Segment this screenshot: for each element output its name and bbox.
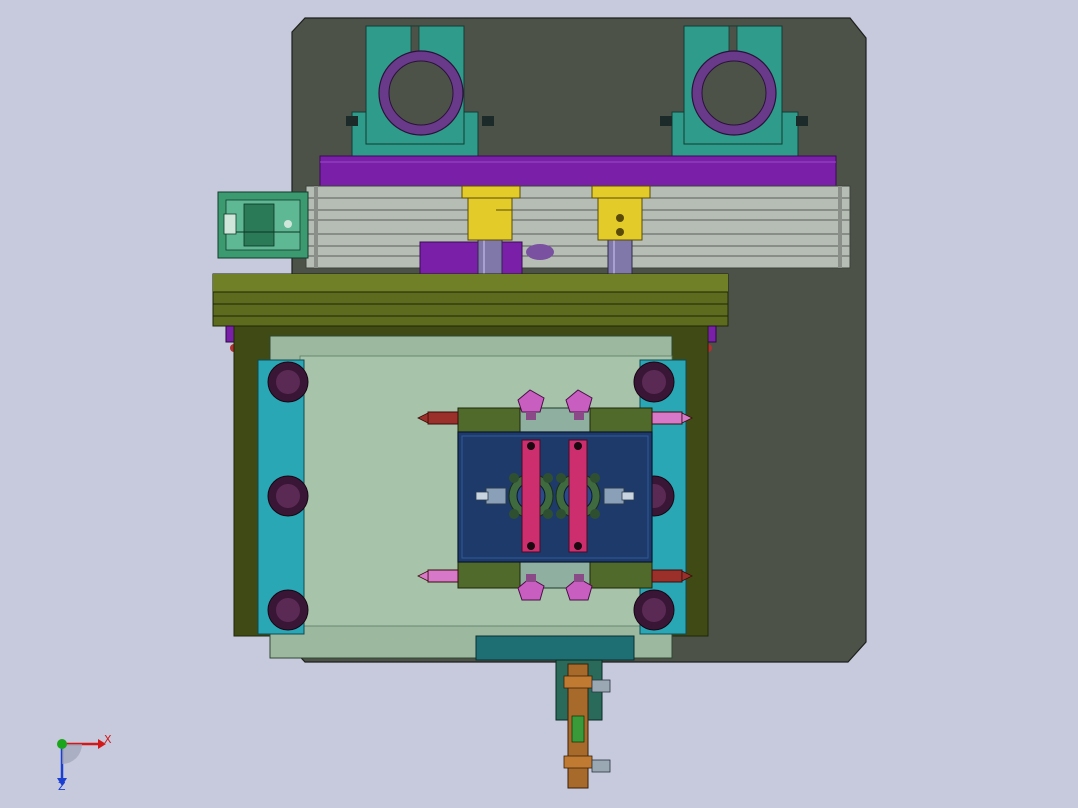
bottom-plate[interactable] — [475, 635, 635, 661]
linear-rail[interactable] — [305, 185, 851, 275]
sprue-assembly[interactable] — [555, 659, 611, 789]
lower-carriage[interactable] — [457, 561, 653, 589]
clamp-disc[interactable] — [267, 361, 309, 403]
rod-collar-left[interactable] — [461, 185, 521, 241]
clamp-disc[interactable] — [633, 361, 675, 403]
z-axis-label: Z — [58, 780, 66, 793]
upper-carriage[interactable] — [457, 407, 653, 435]
clamp-disc[interactable] — [267, 589, 309, 631]
link-arm-left[interactable] — [521, 439, 541, 553]
cad-viewport[interactable]: X Z — [0, 0, 1078, 808]
orientation-triad: X Z — [57, 733, 112, 793]
rod-collar-right[interactable] — [591, 185, 651, 241]
link-arm-right[interactable] — [568, 439, 588, 553]
purple-crossbeam[interactable] — [319, 155, 837, 187]
clamp-disc[interactable] — [633, 589, 675, 631]
x-axis-label: X — [104, 733, 112, 746]
clamp-disc[interactable] — [267, 475, 309, 517]
servo-motor[interactable] — [217, 191, 309, 259]
